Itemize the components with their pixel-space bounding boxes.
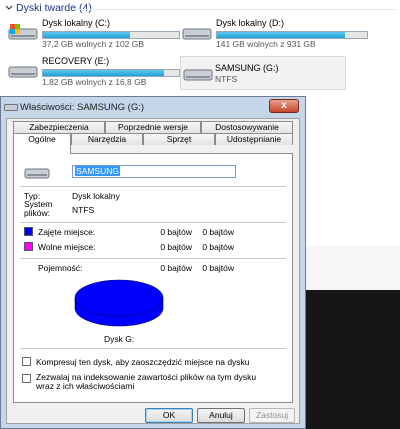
drive-usage-bar	[42, 69, 180, 77]
used-space-label: Zajęte miejsce:	[38, 227, 96, 237]
free-space-label: Wolne miejsce:	[38, 242, 96, 252]
drive-usage-bar	[42, 31, 180, 39]
drive-item-c[interactable]: Dysk lokalny (C:) 37,2 GB wolnych z 102 …	[8, 18, 188, 49]
filesystem-label: System plików:	[24, 199, 53, 218]
section-header-hard-drives[interactable]: Dyski twarde (4)	[4, 2, 396, 16]
section-divider	[76, 9, 396, 10]
drive-filesystem: NTFS	[215, 74, 238, 84]
used-space-size: 0 bajtów	[202, 227, 234, 237]
dialog-client-area: Zabezpieczenia Poprzednie wersje Dostoso…	[6, 118, 300, 424]
hard-drive-icon	[183, 69, 213, 81]
capacity-bytes: 0 bajtów	[160, 263, 192, 273]
drive-name: RECOVERY (E:)	[42, 56, 110, 66]
drive-item-e[interactable]: RECOVERY (E:) 1,82 GB wolnych z 16,8 GB	[8, 56, 188, 87]
dialog-titlebar[interactable]: Właściwości: SAMSUNG (G:) x	[1, 97, 305, 117]
capacity-label: Pojemność:	[38, 263, 83, 273]
tab-customize[interactable]: Dostosowywanie	[201, 121, 293, 133]
collapse-chevron-icon[interactable]	[4, 3, 14, 13]
hard-drive-icon	[182, 28, 212, 40]
compress-label: Kompresuj ten dysk, aby zaoszczędzić mie…	[36, 357, 250, 367]
used-space-bytes: 0 bajtów	[160, 227, 192, 237]
general-tab-panel: SAMSUNG Typ: Dysk lokalny System plików: …	[13, 153, 293, 403]
filesystem-value: NTFS	[72, 205, 95, 215]
divider	[20, 258, 286, 259]
drive-name: Dysk lokalny (C:)	[42, 18, 111, 28]
pie-top	[74, 279, 164, 317]
section-title: Dyski twarde (4)	[16, 2, 92, 14]
ok-button[interactable]: OK	[145, 408, 193, 423]
free-space-bytes: 0 bajtów	[160, 242, 192, 252]
tab-tools[interactable]: Narzędzia	[71, 133, 143, 145]
tab-general[interactable]: Ogólne	[13, 133, 71, 154]
drive-free-space: 1,82 GB wolnych z 16,8 GB	[42, 77, 147, 87]
tab-previous-versions[interactable]: Poprzednie wersje	[105, 121, 201, 133]
close-icon: x	[281, 100, 287, 111]
drive-item-g[interactable]: SAMSUNG (G:) NTFS	[180, 56, 346, 90]
drive-free-space: 141 GB wolnych z 931 GB	[216, 39, 316, 49]
tab-sharing[interactable]: Udostępnianie	[215, 133, 293, 145]
apply-button[interactable]: Zastosuj	[249, 408, 295, 423]
drive-name: SAMSUNG (G:)	[215, 63, 279, 73]
tab-hardware[interactable]: Sprzęt	[143, 133, 215, 145]
drive-free-space: 37,2 GB wolnych z 102 GB	[42, 39, 145, 49]
index-label: Zezwalaj na indeksowanie zawartości plik…	[36, 372, 257, 391]
compress-checkbox[interactable]	[22, 357, 31, 366]
cancel-button[interactable]: Anuluj	[197, 408, 245, 423]
drive-usage-bar	[216, 31, 368, 39]
drive-large-icon	[24, 168, 50, 179]
free-space-size: 0 bajtów	[202, 242, 234, 252]
tab-security[interactable]: Zabezpieczenia	[13, 121, 105, 133]
volume-name-value: SAMSUNG	[75, 166, 120, 176]
hard-drive-windows-icon	[8, 24, 38, 40]
divider	[20, 222, 286, 223]
index-checkbox[interactable]	[22, 374, 31, 383]
hard-drive-icon	[8, 66, 38, 78]
dialog-title: Właściwości: SAMSUNG (G:)	[20, 102, 145, 113]
drive-item-d[interactable]: Dysk lokalny (D:) 141 GB wolnych z 931 G…	[182, 18, 368, 49]
divider	[20, 186, 286, 187]
disk-caption: Dysk G:	[104, 334, 135, 344]
capacity-size: 0 bajtów	[202, 263, 234, 273]
type-value: Dysk lokalny	[72, 191, 120, 201]
divider	[20, 348, 286, 349]
background-window	[300, 246, 400, 290]
disk-usage-pie	[74, 279, 164, 327]
drive-title-icon	[4, 104, 18, 111]
volume-name-input[interactable]: SAMSUNG	[72, 165, 236, 178]
drive-name: Dysk lokalny (D:)	[216, 18, 285, 28]
free-space-swatch	[24, 242, 33, 251]
used-space-swatch	[24, 227, 33, 236]
close-button[interactable]: x	[269, 99, 299, 113]
background-dark-window	[300, 290, 400, 429]
properties-dialog: Właściwości: SAMSUNG (G:) x Zabezpieczen…	[0, 96, 306, 429]
